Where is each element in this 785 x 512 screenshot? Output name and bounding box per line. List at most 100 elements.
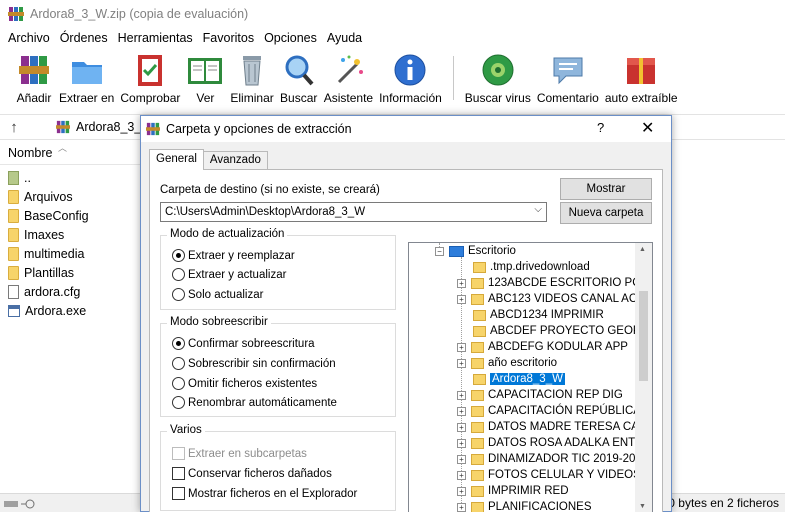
expand-icon[interactable]: + [457,486,466,496]
folder-icon [471,277,484,289]
list-item[interactable]: BaseConfig [0,206,89,225]
checkbox-show-in-explorer[interactable]: Mostrar ficheros en el Explorador [172,487,357,500]
radio-extract-update[interactable]: Extraer y actualizar [172,268,286,281]
scroll-down-icon[interactable]: ▼ [639,503,646,510]
tree-item[interactable]: .tmp.drivedownload [473,259,590,275]
tree-item[interactable]: ABCD1234 IMPRIMIR [473,307,604,323]
tree-item-label: ABCDEF PROYECTO GEOPLAN [490,325,653,337]
radio-indicator [172,337,185,350]
radio-confirm-overwrite[interactable]: Confirmar sobreescritura [172,337,315,350]
tree-item[interactable]: + año escritorio [457,355,557,371]
destination-path-combo[interactable]: C:\Users\Admin\Desktop\Ardora8_3_W ⌵ [160,202,547,222]
tree-scrollbar[interactable]: ▲ ▼ [635,243,652,512]
expand-icon[interactable]: + [457,342,466,352]
list-item[interactable]: .. [0,168,89,187]
folder-tree[interactable]: − Escritorio .tmp.drivedownload +123ABCD… [408,242,653,512]
expand-icon[interactable]: + [457,294,466,304]
tree-item[interactable]: + DINAMIZADOR TIC 2019-2020 [457,451,648,467]
tab-general[interactable]: General [149,149,204,170]
tree-item[interactable]: + IMPRIMIR RED [457,483,569,499]
tree-item[interactable]: + ABCDEFG KODULAR APP [457,339,628,355]
wizard-button[interactable]: Asistente [321,48,376,105]
list-item[interactable]: Arquivos [0,187,89,206]
info-button[interactable]: Información [376,48,445,105]
radio-auto-rename[interactable]: Renombrar automáticamente [172,396,337,409]
list-item-label: Imaxes [24,227,65,242]
list-item[interactable]: multimedia [0,244,89,263]
help-button[interactable]: ? [597,120,604,135]
expand-icon[interactable]: + [457,454,466,464]
radio-overwrite-no-confirm[interactable]: Sobrescribir sin confirmación [172,357,336,370]
folder-icon [471,453,484,465]
new-folder-button[interactable]: Nueva carpeta [560,202,652,224]
toolbar-separator [452,56,454,100]
radio-extract-replace[interactable]: Extraer y reemplazar [172,249,295,262]
list-item[interactable]: Plantillas [0,263,89,282]
tree-item[interactable]: + ABC123 VIDEOS CANAL ACAD [457,291,652,307]
update-mode-title: Modo de actualización [167,228,288,240]
collapse-icon[interactable]: − [435,246,444,256]
tree-item-label: CAPACITACION REP DIG [488,389,623,401]
menu-archivo[interactable]: Archivo [4,31,54,45]
tree-item[interactable]: + DATOS MADRE TERESA CALCU [457,419,652,435]
list-item-label: .. [24,170,31,185]
column-header-name[interactable]: ︿ Nombre [0,141,150,165]
expand-icon[interactable]: + [457,470,466,480]
show-button[interactable]: Mostrar [560,178,652,200]
sfx-icon [622,52,660,88]
chevron-down-icon[interactable]: ⌵ [534,204,542,215]
menu-opciones[interactable]: Opciones [260,31,321,45]
comment-button[interactable]: Comentario [534,48,602,105]
tree-item[interactable]: + PLANIFICACIONES [457,499,592,512]
expand-icon[interactable]: + [457,438,466,448]
tree-item[interactable]: + CAPACITACION REP DIG [457,387,623,403]
list-item[interactable]: ardora.cfg [0,282,89,301]
menu-ayuda[interactable]: Ayuda [323,31,366,45]
add-button[interactable]: Añadir [12,48,56,105]
list-item[interactable]: Ardora.exe [0,301,89,320]
dialog-title-bar: Carpeta y opciones de extracción ? ✕ [141,116,671,142]
status-text: 0 bytes en 2 ficheros [668,496,779,510]
add-label: Añadir [16,91,52,105]
tree-item[interactable]: ABCDEF PROYECTO GEOPLAN [473,323,653,339]
expand-icon[interactable]: + [457,390,466,400]
tree-item-selected[interactable]: Ardora8_3_W [473,371,565,387]
radio-update-only[interactable]: Solo actualizar [172,288,263,301]
dialog-title: Carpeta y opciones de extracción [166,122,352,136]
expand-icon[interactable]: + [457,422,466,432]
tree-root-escritorio[interactable]: − Escritorio [435,243,516,259]
checkbox-keep-broken[interactable]: Conservar ficheros dañados [172,467,332,480]
tree-item[interactable]: + DATOS ROSA ADALKA ENTRAI [457,435,652,451]
folder-icon [473,261,486,273]
menu-favoritos[interactable]: Favoritos [199,31,258,45]
sort-chevron-icon: ︿ [58,143,68,153]
expand-icon[interactable]: + [457,502,466,512]
radio-label: Solo actualizar [188,288,264,301]
test-button[interactable]: Comprobar [117,48,183,105]
list-item[interactable]: Imaxes [0,225,89,244]
view-book-icon [186,52,224,88]
close-button[interactable]: ✕ [641,118,654,138]
sfx-button[interactable]: auto extraíble [602,48,681,105]
find-button[interactable]: Buscar [277,48,321,105]
expand-icon[interactable]: + [457,278,466,288]
view-button[interactable]: Ver [183,48,227,105]
update-mode-group: Modo de actualización Extraer y reemplaz… [160,228,396,310]
radio-label: Extraer y actualizar [188,268,287,281]
list-item-label: Ardora.exe [25,303,87,318]
extract-to-button[interactable]: Extraer en [56,48,117,105]
expand-icon[interactable]: + [457,358,466,368]
scroll-up-icon[interactable]: ▲ [639,246,646,253]
menu-ordenes[interactable]: Órdenes [56,31,112,45]
delete-button[interactable]: Eliminar [227,48,276,105]
tab-avanzado[interactable]: Avanzado [202,151,268,170]
radio-skip-existing[interactable]: Omitir ficheros existentes [172,377,317,390]
menu-herramientas[interactable]: Herramientas [114,31,197,45]
expand-icon[interactable]: + [457,406,466,416]
tree-item[interactable]: + CAPACITACIÓN REPÚBLICA D [457,403,652,419]
scrollbar-thumb[interactable] [639,291,648,381]
tree-item[interactable]: + FOTOS CELULAR Y VIDEOS US [457,467,652,483]
tree-item[interactable]: +123ABCDE ESCRITORIO PC RE [457,275,652,291]
virus-scan-button[interactable]: Buscar virus [462,48,534,105]
up-arrow-icon[interactable]: ↑ [0,119,28,136]
